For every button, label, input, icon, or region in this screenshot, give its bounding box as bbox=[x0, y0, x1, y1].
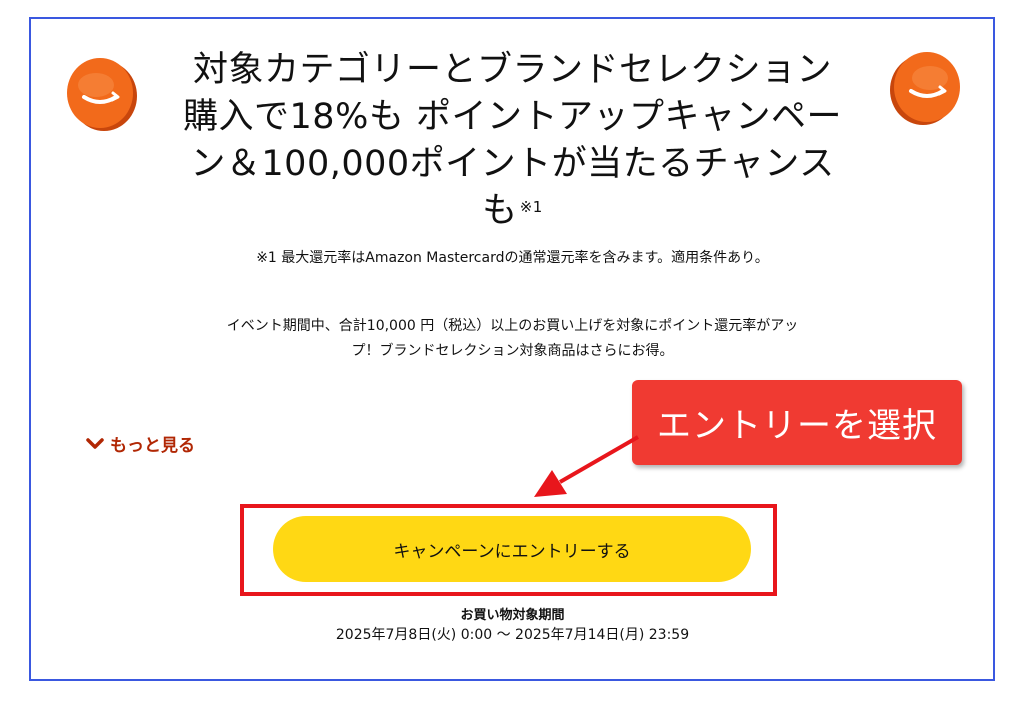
footnote: ※1 最大還元率はAmazon Mastercardの通常還元率を含みます。適用… bbox=[256, 250, 769, 266]
amazon-coin-icon bbox=[67, 58, 137, 131]
shopping-period-title: お買い物対象期間 bbox=[460, 608, 565, 623]
description-line: プ！ブランドセレクション対象商品はさらにお得。 bbox=[351, 343, 674, 359]
amazon-coin-icon bbox=[890, 52, 960, 125]
footnote-mark: ※1 bbox=[519, 198, 543, 216]
show-more-label: もっと見る bbox=[110, 436, 195, 456]
headline-line: 購入で18%も ポイントアップキャンペー bbox=[183, 97, 842, 137]
show-more-link[interactable]: もっと見る bbox=[86, 431, 195, 456]
description-line: イベント期間中、合計10,000 円（税込）以上のお買い上げを対象にポイント還元… bbox=[226, 318, 799, 334]
headline-last-word: も bbox=[482, 191, 518, 231]
entry-button[interactable]: キャンペーンにエントリーする bbox=[273, 516, 751, 582]
campaign-headline: 対象カテゴリーとブランドセレクション 購入で18%も ポイントアップキャンペー … bbox=[160, 47, 865, 235]
entry-callout: エントリーを選択 bbox=[632, 380, 962, 465]
shopping-period-range: 2025年7月8日(火) 0:00 〜 2025年7月14日(月) 23:59 bbox=[335, 627, 690, 643]
campaign-description: イベント期間中、合計10,000 円（税込）以上のお買い上げを対象にポイント還元… bbox=[160, 314, 865, 364]
headline-line: ン＆100,000ポイントが当たるチャンス bbox=[190, 144, 835, 184]
headline-line: も ※1 bbox=[160, 188, 865, 235]
chevron-down-icon bbox=[86, 437, 104, 449]
headline-line: 対象カテゴリーとブランドセレクション bbox=[192, 50, 832, 90]
